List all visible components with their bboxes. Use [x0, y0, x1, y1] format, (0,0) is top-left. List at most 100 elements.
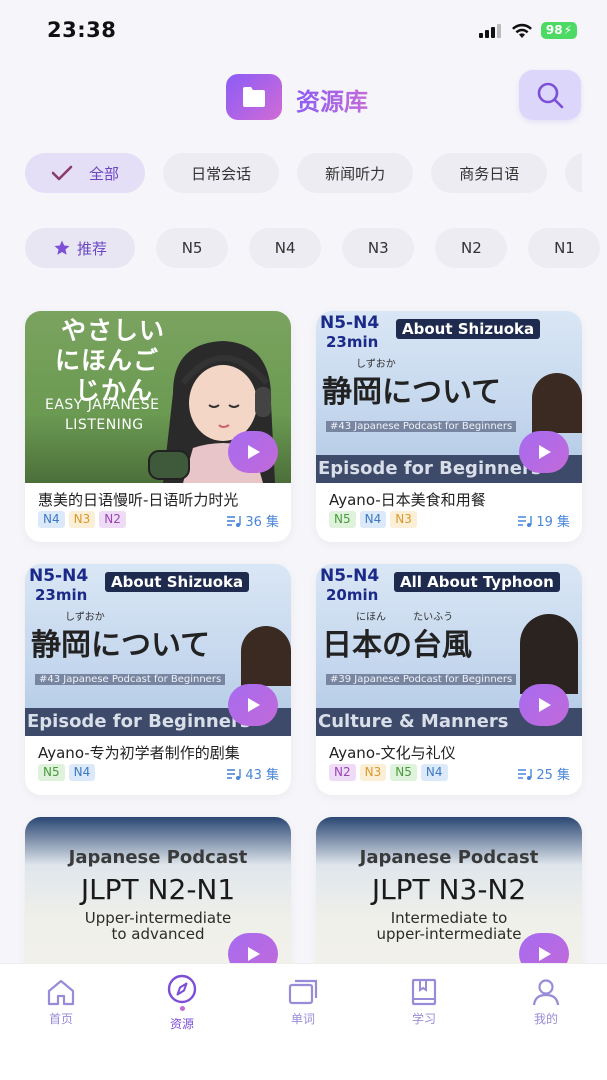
card-title: Ayano-专为初学者制作的剧集	[38, 744, 240, 762]
level-tags: N5 N4	[38, 764, 96, 781]
level-tag: N5	[390, 764, 417, 781]
status-bar: 23:38 98 ⚡	[0, 0, 607, 60]
chip-label: 日常会话	[191, 164, 252, 183]
chip-n3[interactable]: N3	[342, 228, 415, 268]
chip-n4[interactable]: N4	[249, 228, 322, 268]
search-icon	[537, 82, 564, 109]
nav-profile[interactable]: 我的	[511, 978, 581, 1027]
compass-icon	[167, 974, 197, 1004]
level-tag: N3	[68, 511, 96, 528]
card-title: Ayano-文化与礼仪	[329, 744, 456, 762]
user-icon	[532, 979, 560, 1006]
chip-label: N4	[274, 239, 296, 257]
count-label: 36 集	[245, 515, 279, 530]
play-icon	[248, 445, 260, 459]
host-photo	[520, 614, 578, 694]
thumb-text: About Shizuoka	[105, 572, 250, 592]
thumb-text: 日本の台風	[322, 628, 472, 663]
thumb-text: #43 Japanese Podcast for Beginners	[35, 674, 226, 685]
category-filter: 全部 日常会话 新闻听力 商务日语 JL	[25, 153, 582, 195]
thumb-text: 静岡について	[322, 375, 502, 410]
card-thumbnail: N5-N4 23min About Shizuoka しずおか 静岡について #…	[25, 564, 291, 736]
active-indicator	[179, 1006, 185, 1011]
nav-resources[interactable]: 资源	[147, 974, 217, 1032]
host-photo	[532, 373, 582, 433]
count-label: 19 集	[536, 515, 570, 530]
signal-icon	[478, 23, 501, 38]
level-tag: N5	[329, 511, 356, 528]
search-button[interactable]	[519, 70, 581, 120]
episode-count: 36 集	[226, 511, 279, 530]
level-tag: N3	[359, 764, 387, 781]
level-tags: N4 N3 N2	[38, 511, 126, 528]
wifi-icon	[511, 23, 532, 38]
status-icons: 98 ⚡	[478, 22, 577, 39]
cards-icon	[288, 979, 318, 1005]
chip-jlpt[interactable]: JL	[565, 153, 582, 193]
chip-label: N1	[554, 239, 575, 257]
thumb-text: LISTENING	[65, 417, 144, 433]
chip-label: N2	[460, 239, 482, 257]
chip-label: 全部	[88, 164, 119, 183]
playlist-icon	[518, 515, 533, 527]
host-photo	[241, 626, 291, 686]
nav-study[interactable]: 学习	[389, 978, 459, 1027]
level-tag: N4	[68, 764, 96, 781]
card-thumbnail: N5-N4 20min All About Typhoon にほん たいふう 日…	[316, 564, 582, 736]
resource-card[interactable]: N5-N4 23min About Shizuoka しずおか 静岡について #…	[25, 564, 291, 795]
play-icon	[248, 947, 260, 961]
count-label: 43 集	[245, 768, 279, 783]
nav-label: 首页	[48, 1012, 73, 1026]
chip-n1[interactable]: N1	[528, 228, 601, 268]
nav-home[interactable]: 首页	[26, 978, 96, 1027]
chip-label: N5	[181, 239, 203, 257]
chip-n5[interactable]: N5	[156, 228, 229, 268]
chip-daily-conversation[interactable]: 日常会话	[163, 153, 280, 193]
thumb-text: #43 Japanese Podcast for Beginners	[326, 421, 517, 432]
bottom-nav: 首页 资源 单词 学习 我的	[0, 963, 607, 1080]
chip-all[interactable]: 全部	[25, 153, 145, 193]
nav-label: 资源	[169, 1017, 194, 1031]
thumb-text: N5-N4	[320, 313, 380, 333]
battery-level: 98	[545, 23, 563, 37]
chip-n2[interactable]: N2	[435, 228, 508, 268]
level-tag: N3	[390, 511, 417, 528]
nav-label: 我的	[533, 1012, 558, 1026]
play-button[interactable]	[519, 431, 569, 473]
resource-card[interactable]: やさしい にほんご じかん EASY JAPANESE LISTENING 惠美…	[25, 311, 291, 542]
thumb-text: N5-N4	[320, 566, 380, 586]
level-tag: N2	[329, 764, 356, 781]
play-icon	[539, 947, 551, 961]
count-label: 25 集	[536, 768, 570, 783]
home-icon	[47, 979, 75, 1006]
thumb-text: About Shizuoka	[396, 319, 541, 339]
thumb-text: Japanese Podcast	[359, 847, 539, 868]
status-time: 23:38	[47, 18, 117, 42]
thumb-text: All About Typhoon	[394, 572, 560, 592]
chip-business-japanese[interactable]: 商务日语	[431, 153, 548, 193]
thumb-text: 23min	[326, 333, 379, 351]
episode-count: 19 集	[517, 511, 570, 530]
resource-card[interactable]: N5-N4 23min About Shizuoka しずおか 静岡について #…	[316, 311, 582, 542]
nav-label: 学习	[411, 1012, 436, 1026]
card-thumbnail: N5-N4 23min About Shizuoka しずおか 静岡について #…	[316, 311, 582, 483]
play-button[interactable]	[228, 431, 278, 473]
level-tag: N4	[420, 764, 448, 781]
card-thumbnail: やさしい にほんご じかん EASY JAPANESE LISTENING	[25, 311, 291, 483]
folder-icon	[226, 74, 282, 120]
nav-vocabulary[interactable]: 单词	[268, 978, 338, 1027]
chip-label: N3	[367, 239, 389, 257]
level-tags: N2 N3 N5 N4	[329, 764, 448, 781]
level-tag: N4	[38, 511, 65, 528]
thumb-text: JLPT N2-N1	[80, 873, 236, 906]
charging-icon: ⚡	[563, 23, 572, 37]
play-button[interactable]	[519, 684, 569, 726]
playlist-icon	[227, 515, 242, 527]
play-button[interactable]	[228, 684, 278, 726]
resource-card[interactable]: N5-N4 20min All About Typhoon にほん たいふう 日…	[316, 564, 582, 795]
chip-recommended[interactable]: 推荐	[25, 228, 135, 268]
chip-news-listening[interactable]: 新闻听力	[297, 153, 414, 193]
card-title: Ayano-日本美食和用餐	[329, 491, 486, 509]
star-icon	[54, 240, 70, 255]
play-icon	[539, 698, 551, 712]
